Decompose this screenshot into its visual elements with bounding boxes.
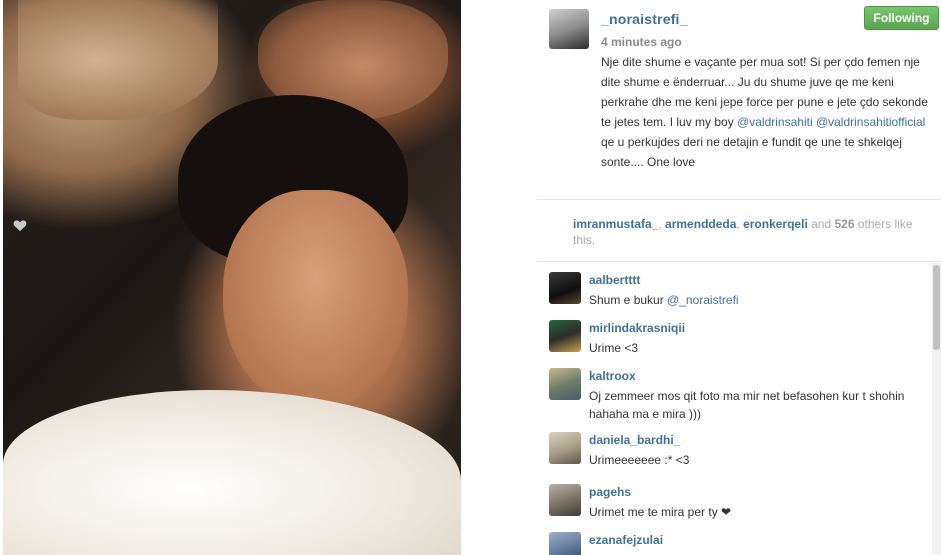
comments-list: aalbertttt Shum e bukur @_noraistrefi mi… — [537, 263, 941, 555]
comment-text: Urime <3 — [589, 341, 639, 355]
commenter-username[interactable]: kaltroox — [589, 369, 636, 383]
scrollbar-thumb[interactable] — [933, 265, 940, 350]
post-timestamp: 4 minutes ago — [601, 35, 682, 49]
likes-and: and — [807, 217, 835, 231]
comment-body: Shum e bukur — [589, 293, 668, 307]
commenter-avatar[interactable] — [549, 532, 581, 555]
caption-mention-valdrinsahitiofficial[interactable]: @valdrinsahitiofficial — [816, 115, 925, 129]
comment-text: Oj zemmeer mos qit foto ma mir net befas… — [589, 389, 905, 421]
post-caption: Nje dite shume e vaçante per mua sot! Si… — [601, 52, 941, 172]
commenter-avatar[interactable] — [549, 320, 581, 352]
comment-item: pagehs Urimet me te mira per ty ❤ — [537, 475, 937, 523]
heart-icon[interactable] — [13, 219, 27, 232]
owner-username[interactable]: _noraistrefi_ — [601, 11, 688, 27]
likes-text: imranmustafa_, armenddeda, eronkerqeli a… — [573, 216, 913, 248]
commenter-avatar[interactable] — [549, 484, 581, 516]
comment-item: ezanafejzulai — [537, 523, 937, 555]
post-header: _noraistrefi_ 4 minutes ago Following Nj… — [537, 0, 941, 200]
comment-text: Urimeeeeeee :* <3 — [589, 453, 690, 467]
commenter-username[interactable]: ezanafejzulai — [589, 533, 663, 547]
photo-face-region — [223, 190, 408, 410]
following-button[interactable]: Following — [864, 6, 939, 30]
likes-count[interactable]: 526 — [834, 217, 854, 231]
comment-item: aalbertttt Shum e bukur @_noraistrefi — [537, 263, 937, 311]
comments-scrollbar[interactable] — [932, 263, 941, 555]
photo-dress-region — [3, 390, 461, 555]
photo-shirt-region — [18, 0, 218, 120]
liker-link[interactable]: eronkerqeli — [743, 217, 808, 231]
commenter-avatar[interactable] — [549, 432, 581, 464]
likes-section: imranmustafa_, armenddeda, eronkerqeli a… — [537, 200, 941, 262]
comment-text: Shum e bukur @_noraistrefi — [589, 291, 919, 309]
commenter-avatar[interactable] — [549, 272, 581, 304]
post-sidebar: _noraistrefi_ 4 minutes ago Following Nj… — [537, 0, 941, 555]
caption-text-end: qe u perkujdes deri ne detajin e fundit … — [601, 135, 902, 169]
comment-item: daniela_bardhi_ Urimeeeeeee :* <3 — [537, 423, 937, 471]
liker-link[interactable]: armenddeda — [665, 217, 736, 231]
commenter-username[interactable]: aalbertttt — [589, 273, 640, 287]
commenter-username[interactable]: pagehs — [589, 485, 631, 499]
comment-item: mirlindakrasniqii Urime <3 — [537, 311, 937, 359]
commenter-username[interactable]: mirlindakrasniqii — [589, 321, 685, 335]
comment-text: Urimet me te mira per ty ❤ — [589, 505, 732, 519]
comment-item: kaltroox Oj zemmeer mos qit foto ma mir … — [537, 359, 937, 421]
photo-pane — [0, 0, 462, 555]
commenter-avatar[interactable] — [549, 368, 581, 400]
comment-mention[interactable]: @_noraistrefi — [667, 293, 739, 307]
caption-mention-valdrinsahiti[interactable]: @valdrinsahiti — [737, 115, 813, 129]
liker-link[interactable]: imranmustafa_ — [573, 217, 658, 231]
owner-avatar[interactable] — [549, 9, 589, 49]
commenter-username[interactable]: daniela_bardhi_ — [589, 433, 680, 447]
post-photo[interactable] — [3, 0, 461, 555]
